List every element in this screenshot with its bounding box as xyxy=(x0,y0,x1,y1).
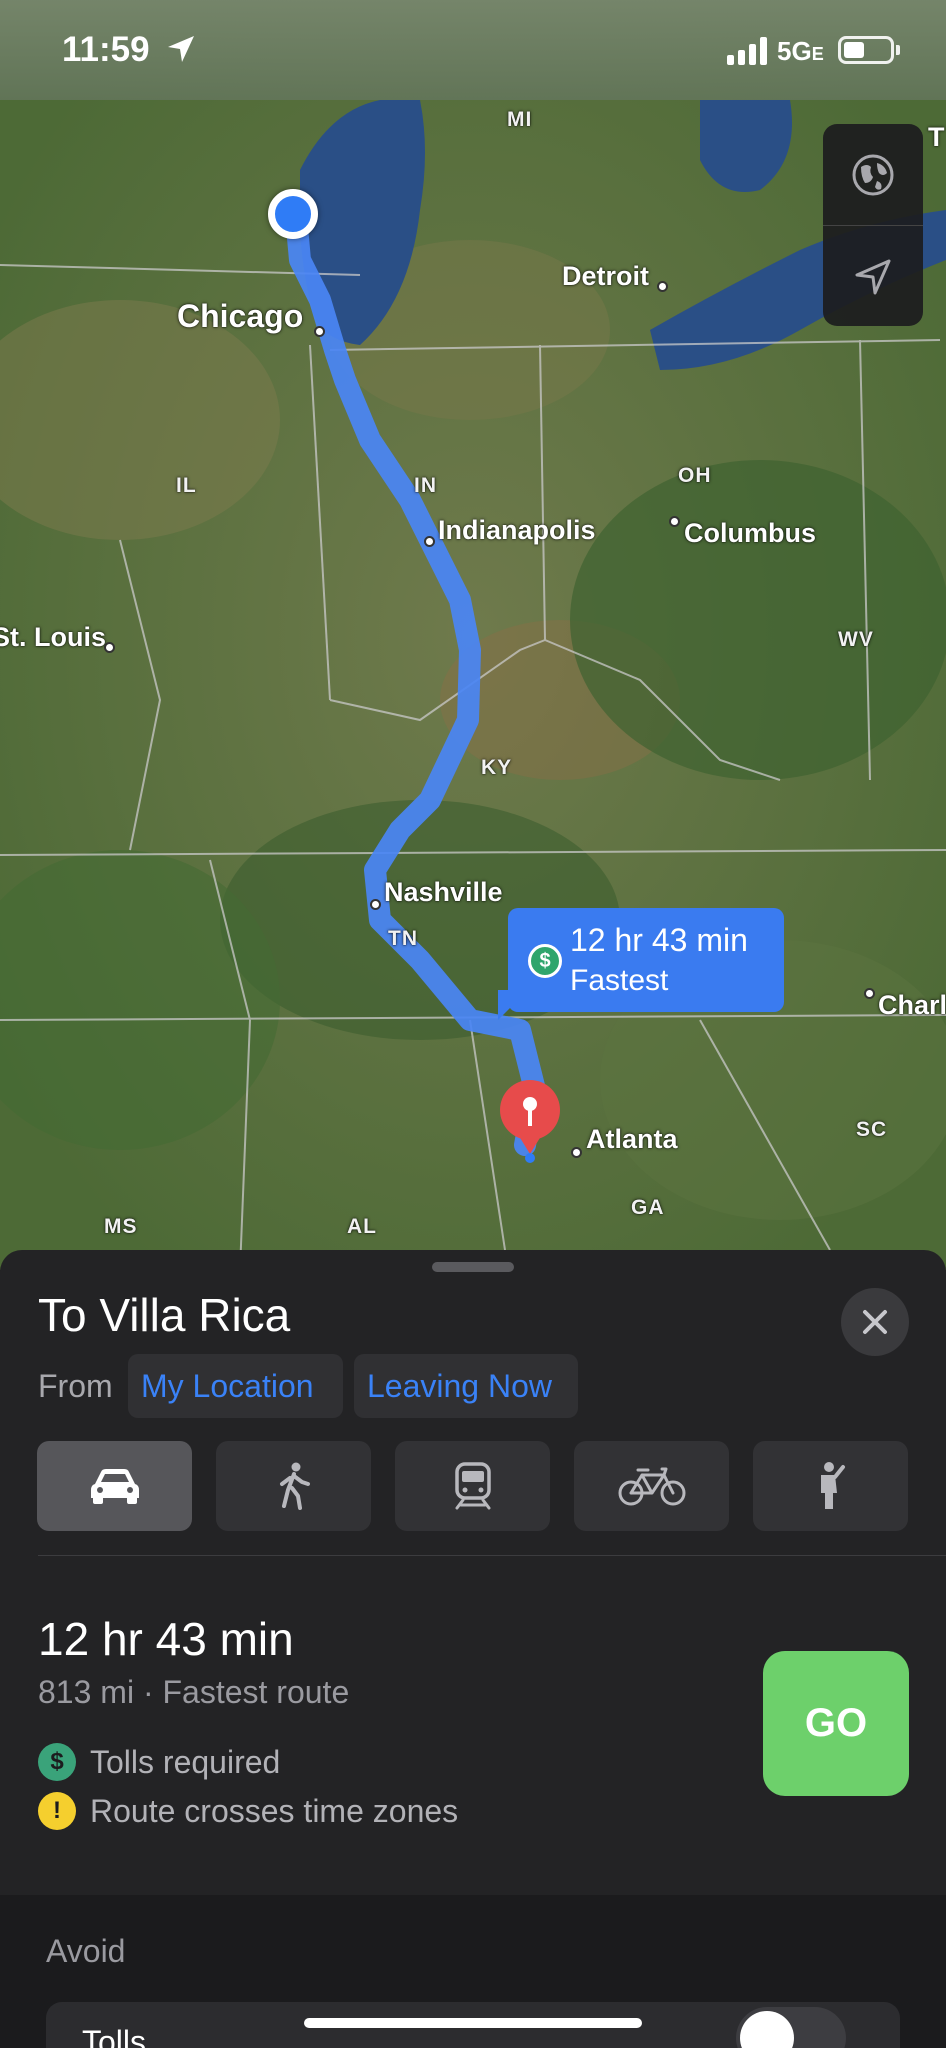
mode-walk-button[interactable] xyxy=(216,1441,371,1531)
map-label-al: AL xyxy=(347,1215,377,1238)
map-label-in: IN xyxy=(414,474,437,497)
track-location-button[interactable] xyxy=(823,226,923,327)
route-callout[interactable]: $ 12 hr 43 min Fastest xyxy=(508,908,784,1012)
location-arrow-icon xyxy=(855,259,891,294)
close-icon xyxy=(863,1310,887,1334)
bike-icon xyxy=(618,1467,685,1506)
destination-title: To Villa Rica xyxy=(38,1289,291,1341)
map-label-indianapolis: Indianapolis xyxy=(438,515,596,545)
status-bar: 11:59 5GE xyxy=(0,0,946,100)
battery-icon xyxy=(838,36,894,64)
walk-icon xyxy=(279,1462,310,1510)
toll-icon: $ xyxy=(528,944,562,978)
avoid-tolls-toggle[interactable] xyxy=(736,2007,846,2048)
directions-sheet: To Villa Rica From My Location Leaving N… xyxy=(0,1250,946,2048)
location-services-icon xyxy=(168,36,194,62)
city-dot-columbus xyxy=(669,516,680,527)
time-zone-note-text: Route crosses time zones xyxy=(90,1792,459,1829)
from-label: From xyxy=(38,1368,113,1404)
network-type: 5GE xyxy=(777,36,824,67)
map-view[interactable]: MI Detroit Chicago IL IN OH Indianapolis… xyxy=(0,0,946,1270)
cellular-signal-icon xyxy=(727,37,767,65)
transit-icon xyxy=(454,1462,491,1510)
map-label-ms: MS xyxy=(104,1215,138,1238)
status-time: 11:59 xyxy=(62,30,150,69)
map-controls xyxy=(823,124,923,326)
map-label-ga: GA xyxy=(631,1196,665,1219)
map-label-st-louis: St. Louis xyxy=(0,622,106,652)
origin-chip[interactable]: My Location xyxy=(128,1354,343,1418)
tolls-note-text: Tolls required xyxy=(90,1743,281,1780)
map-label-detroit: Detroit xyxy=(562,261,649,291)
warning-icon: ! xyxy=(38,1792,76,1830)
map-label-nashville: Nashville xyxy=(384,877,503,907)
battery-cap xyxy=(896,45,900,55)
close-button[interactable] xyxy=(841,1288,909,1356)
tolls-note: $ Tolls required xyxy=(38,1742,280,1782)
map-label-wv: WV xyxy=(838,628,874,651)
sheet-grabber[interactable] xyxy=(432,1262,514,1272)
go-button[interactable]: GO xyxy=(763,1651,909,1796)
map-terrain xyxy=(0,0,946,1270)
avoid-label: Avoid xyxy=(46,1933,126,1969)
route-summary: 813 mi · Fastest route xyxy=(38,1674,350,1710)
map-label-atlanta: Atlanta xyxy=(586,1124,678,1154)
city-dot-indianapolis xyxy=(424,536,435,547)
map-label-il: IL xyxy=(176,474,197,497)
home-indicator[interactable] xyxy=(304,2018,642,2028)
map-label-charlotte: Charl xyxy=(878,990,946,1020)
globe-icon xyxy=(852,154,894,195)
city-dot-atlanta xyxy=(571,1147,582,1158)
map-label-oh: OH xyxy=(678,464,712,487)
network-type-suffix: E xyxy=(811,44,824,64)
battery-level xyxy=(844,42,864,58)
network-type-label: 5G xyxy=(777,36,812,66)
toll-icon: $ xyxy=(38,1743,76,1781)
map-label-columbus: Columbus xyxy=(684,518,816,548)
mode-transit-button[interactable] xyxy=(395,1441,550,1531)
car-icon xyxy=(90,1469,139,1504)
time-zone-note: ! Route crosses time zones xyxy=(38,1791,458,1831)
city-dot-detroit xyxy=(657,281,668,292)
rideshare-icon xyxy=(820,1462,845,1509)
avoid-tolls-label: Tolls xyxy=(82,2024,147,2048)
city-dot-charlotte xyxy=(864,988,875,999)
section-divider xyxy=(38,1555,946,1556)
mode-cycle-button[interactable] xyxy=(574,1441,729,1531)
map-mode-button[interactable] xyxy=(823,124,923,225)
map-label-ky: KY xyxy=(481,756,513,779)
current-location-marker[interactable] xyxy=(268,189,318,239)
mode-rideshare-button[interactable] xyxy=(753,1441,908,1531)
city-dot-chicago xyxy=(314,326,325,337)
mode-drive-button[interactable] xyxy=(37,1441,192,1531)
map-label-tn: TN xyxy=(388,927,418,950)
departure-time-chip[interactable]: Leaving Now xyxy=(354,1354,578,1418)
map-label-mi: MI xyxy=(507,108,533,131)
callout-time: 12 hr 43 min xyxy=(570,922,748,958)
map-label-sc: SC xyxy=(856,1118,888,1141)
route-duration[interactable]: 12 hr 43 min xyxy=(38,1612,294,1666)
destination-pin-icon[interactable] xyxy=(498,1080,562,1164)
callout-label: Fastest xyxy=(570,964,669,997)
map-label-toledo: T xyxy=(928,122,945,152)
map-label-chicago: Chicago xyxy=(177,298,304,334)
toggle-knob xyxy=(740,2011,794,2048)
city-dot-nashville xyxy=(370,899,381,910)
